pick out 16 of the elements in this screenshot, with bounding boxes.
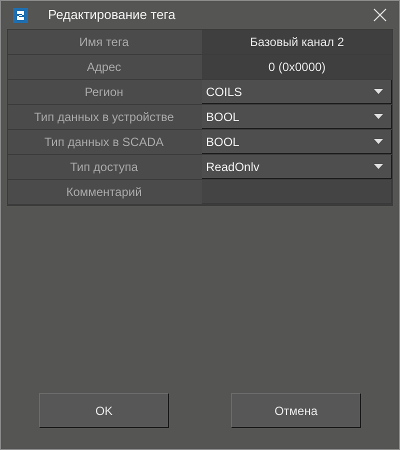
- dropdown[interactable]: COILS: [202, 80, 392, 104]
- dropdown[interactable]: BOOL: [202, 105, 392, 129]
- value-cell: Базовый канал 2: [202, 30, 392, 54]
- caret-icon: [374, 139, 383, 144]
- app-logo-icon: [13, 8, 28, 22]
- value-cell: 0 (0x0000): [202, 55, 392, 79]
- dropdown[interactable]: ReadOnlv: [202, 155, 392, 179]
- caret-icon: [374, 89, 383, 94]
- dialog-button[interactable]: OK: [39, 393, 169, 428]
- comment-field[interactable]: [202, 180, 392, 204]
- dialog-button[interactable]: Отмена: [231, 393, 361, 428]
- caret-icon: [374, 114, 383, 119]
- close-icon[interactable]: [373, 8, 387, 22]
- dropdown[interactable]: BOOL: [202, 130, 392, 154]
- window-title: Редактирование тега: [48, 6, 176, 24]
- caret-icon: [374, 164, 383, 169]
